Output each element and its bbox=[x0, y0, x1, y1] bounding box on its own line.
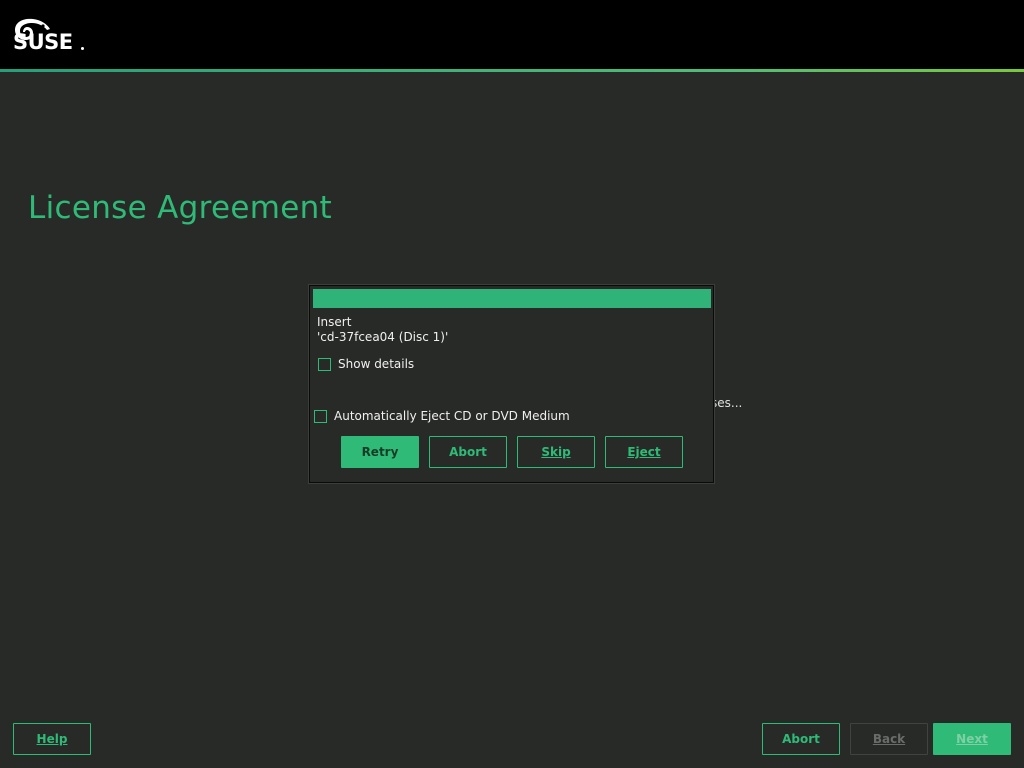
retry-button-label: Retry bbox=[361, 445, 399, 459]
eject-button-label: Eject bbox=[627, 445, 661, 459]
auto-eject-checkbox-row[interactable]: Automatically Eject CD or DVD Medium bbox=[314, 409, 570, 423]
top-banner: SUSE bbox=[0, 0, 1024, 69]
logo-dot bbox=[81, 47, 84, 50]
page-title: License Agreement bbox=[28, 190, 332, 226]
dialog-message-line1: Insert bbox=[317, 315, 352, 329]
back-button[interactable]: Back bbox=[850, 723, 928, 755]
retry-button[interactable]: Retry bbox=[341, 436, 419, 468]
help-button-label: Help bbox=[36, 732, 68, 746]
next-button-label: Next bbox=[956, 732, 988, 746]
auto-eject-label: Automatically Eject CD or DVD Medium bbox=[334, 409, 570, 423]
banner-divider bbox=[0, 69, 1024, 72]
show-details-label: Show details bbox=[338, 357, 415, 371]
dialog-abort-button[interactable]: Abort bbox=[429, 436, 507, 468]
abort-button[interactable]: Abort bbox=[762, 723, 840, 755]
skip-button[interactable]: Skip bbox=[517, 436, 595, 468]
next-button[interactable]: Next bbox=[933, 723, 1011, 755]
suse-logo-text: SUSE bbox=[13, 30, 73, 54]
insert-media-dialog: Insert 'cd-37fcea04 (Disc 1)' Show detai… bbox=[309, 285, 714, 483]
eject-button[interactable]: Eject bbox=[605, 436, 683, 468]
dialog-titlebar bbox=[313, 289, 711, 308]
abort-button-label: Abort bbox=[782, 732, 820, 746]
show-details-checkbox-row[interactable]: Show details bbox=[318, 357, 414, 371]
dialog-abort-button-label: Abort bbox=[449, 445, 487, 459]
auto-eject-checkbox[interactable] bbox=[314, 409, 327, 423]
dialog-message-line2: 'cd-37fcea04 (Disc 1)' bbox=[317, 330, 449, 344]
show-details-checkbox[interactable] bbox=[318, 357, 331, 371]
skip-button-label: Skip bbox=[541, 445, 571, 459]
background-text-fragment: ses... bbox=[711, 396, 743, 410]
back-button-label: Back bbox=[872, 732, 906, 746]
help-button[interactable]: Help bbox=[13, 723, 91, 755]
